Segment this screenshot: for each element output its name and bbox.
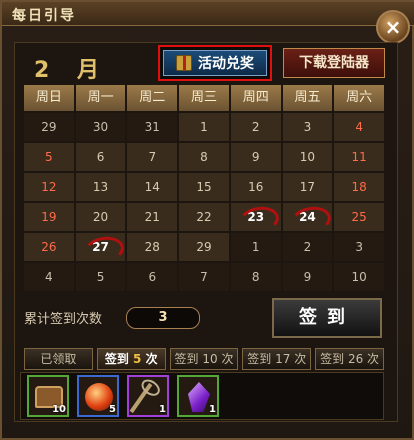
reward-items: 10 5 1 1 [20,372,384,420]
calendar-day-signed: 23 [230,203,281,231]
calendar-day: 30 [75,113,126,141]
calendar-day: 14 [127,173,178,201]
item-count: 10 [52,404,66,415]
calendar-day-signed: 24 [282,203,333,231]
calendar-day: 29 [24,113,74,141]
reward-slot[interactable]: 1 [127,375,169,417]
calendar-day: 1 [230,233,281,261]
calendar-day: 29 [179,233,229,261]
tab-count: 10 [202,352,218,366]
weekday-sun: 周日 [24,85,74,111]
calendar-day: 12 [24,173,74,201]
tab-count: 17 [275,352,291,366]
calendar-day: 4 [334,113,384,141]
item-count: 5 [109,404,116,415]
window-title: 每日引导 [12,8,76,24]
calendar-day: 17 [282,173,333,201]
calendar-day: 18 [334,173,384,201]
tab-label-suffix: 次 [294,352,307,366]
calendar-day-signed: 27 [75,233,126,261]
weekday-header: 周日 周一 周二 周三 周四 周五 周六 [24,85,385,111]
activity-reward-button[interactable]: 活动兑奖 [163,50,267,76]
staff-icon [129,382,153,414]
total-signin-count: 3 [126,307,200,329]
tab-count: 26 [347,352,364,366]
calendar-day: 5 [75,263,126,291]
calendar-day: 28 [127,233,178,261]
reward-slot[interactable]: 10 [27,375,69,417]
tab-label-prefix: 签到 [247,352,272,366]
tab-sign-26[interactable]: 签到 26 次 [315,348,384,370]
calendar-day: 8 [230,263,281,291]
item-count: 1 [209,404,216,415]
calendar-day: 3 [282,113,333,141]
tab-claimed[interactable]: 已领取 [24,348,93,370]
calendar-day: 22 [179,203,229,231]
tab-sign-10[interactable]: 签到 10 次 [169,348,239,370]
calendar-day: 1 [179,113,229,141]
month-number: 2 [34,58,60,83]
weekday-fri: 周五 [282,85,333,111]
calendar-day: 25 [334,203,384,231]
tab-label-suffix: 次 [367,352,380,366]
calendar-day: 15 [179,173,229,201]
weekday-sat: 周六 [334,85,385,111]
calendar-day: 11 [334,143,384,171]
calendar-day: 26 [24,233,74,261]
calendar-day: 7 [127,143,178,171]
tab-label-suffix: 次 [145,352,158,366]
calendar-day: 19 [24,203,74,231]
weekday-thu: 周四 [230,85,281,111]
tab-label-suffix: 次 [221,352,234,366]
gift-icon [176,55,192,71]
calendar-day: 20 [75,203,126,231]
calendar-grid: 29 30 31 1 2 3 4 5 6 7 8 9 10 11 12 13 1… [24,113,384,291]
calendar-day: 4 [24,263,74,291]
tab-label-prefix: 签到 [104,352,129,366]
calendar-day: 9 [230,143,281,171]
calendar-day: 3 [334,233,384,261]
calendar-day: 6 [75,143,126,171]
month-unit: 月 [76,58,109,83]
calendar-day: 7 [179,263,229,291]
download-launcher-button[interactable]: 下载登陆器 [283,48,385,78]
daily-guide-panel: 每日引导 × 2 月 活动兑奖 下载登陆器 周日 周一 周二 周三 周四 周五 … [0,0,414,440]
sign-in-button[interactable]: 签到 [272,298,382,338]
month-label: 2 月 [34,52,109,84]
calendar-day: 2 [230,113,281,141]
calendar-day: 6 [127,263,178,291]
reward-slot[interactable]: 5 [77,375,119,417]
tab-label-prefix: 签到 [320,352,345,366]
calendar-day: 10 [282,143,333,171]
calendar-day: 31 [127,113,178,141]
calendar-day: 9 [282,263,333,291]
item-count: 1 [159,404,166,415]
calendar-day: 8 [179,143,229,171]
calendar-day: 10 [334,263,384,291]
crystal-icon [188,382,210,412]
calendar-day: 2 [282,233,333,261]
reward-tabs: 已领取 签到 5 次 签到 10 次 签到 17 次 签到 26 次 [24,348,384,370]
tab-sign-5[interactable]: 签到 5 次 [96,348,166,370]
weekday-mon: 周一 [75,85,126,111]
total-signin-label: 累计签到次数 [24,312,103,327]
tab-sign-17[interactable]: 签到 17 次 [242,348,312,370]
calendar-day: 13 [75,173,126,201]
weekday-wed: 周三 [179,85,229,111]
reward-slot[interactable]: 1 [177,375,219,417]
weekday-tue: 周二 [127,85,178,111]
tab-label: 已领取 [40,352,77,366]
title-bar: 每日引导 [2,2,414,26]
activity-reward-label: 活动兑奖 [198,56,254,72]
close-button[interactable]: × [376,10,410,44]
tab-label-prefix: 签到 [174,352,199,366]
calendar-day: 21 [127,203,178,231]
calendar-day: 16 [230,173,281,201]
activity-reward-button-frame[interactable]: 活动兑奖 [158,45,272,81]
calendar-day: 5 [24,143,74,171]
tab-count: 5 [133,352,142,366]
close-icon: × [384,15,402,39]
